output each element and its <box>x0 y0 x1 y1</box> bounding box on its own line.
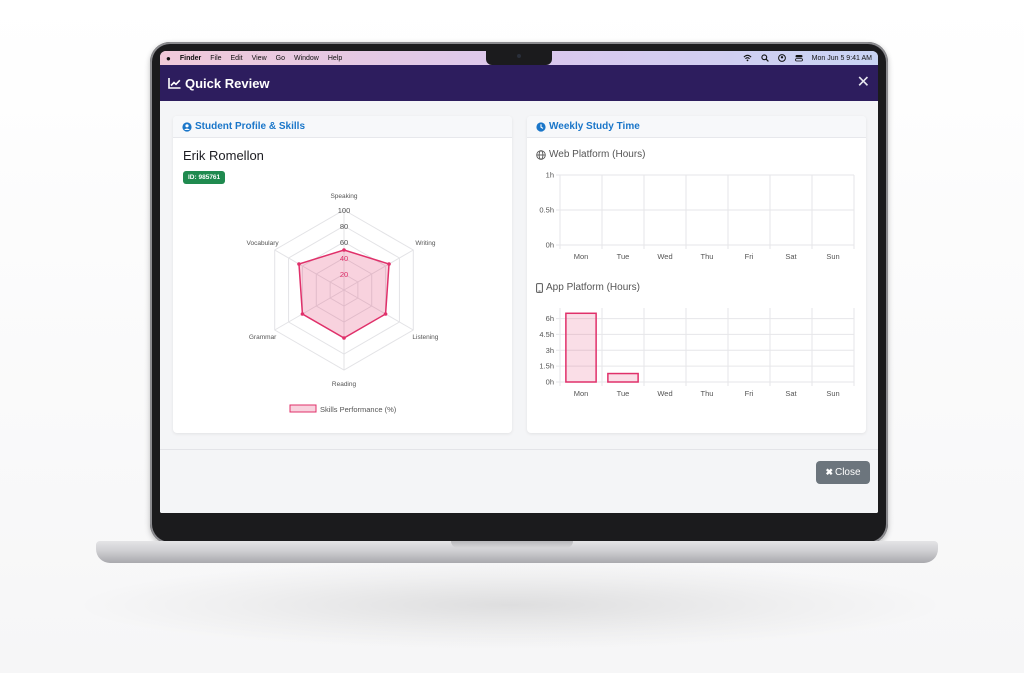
bar-x-tick-label: Wed <box>657 389 672 398</box>
bar-tue <box>607 372 639 383</box>
web-chart-title-text: Web Platform (Hours) <box>549 149 646 160</box>
app-chart-title-text: App Platform (Hours) <box>546 282 640 293</box>
app-platform-bar-chart: 0h 1.5h 3h 4.5h 6h Mon Tue Wed Thu Fri Sat Sun <box>539 308 855 398</box>
radar-point <box>387 262 391 266</box>
menu-item-edit[interactable]: Edit <box>231 55 243 62</box>
globe-icon <box>536 149 546 160</box>
bar-x-tick-label: Sat <box>785 389 797 398</box>
bar-y-tick-label: 4.5h <box>539 330 554 339</box>
web-chart-title: Web Platform (Hours) <box>536 149 646 160</box>
line-chart-icon <box>168 77 181 89</box>
bar-y-tick-label: 0h <box>546 241 554 250</box>
bar-x-tick-label: Sat <box>785 252 797 261</box>
modal-footer: ✖ Close <box>160 449 878 513</box>
close-button-icon: ✖ <box>825 467 833 477</box>
student-name: Erik Romellon <box>183 148 264 163</box>
apple-logo-icon[interactable]: ● <box>166 54 171 63</box>
radar-axis-label: Listening <box>412 334 438 341</box>
skills-radar-chart: 20 40 60 80 100 Speaking Writing Listening Readi… <box>247 193 439 414</box>
radar-point <box>383 312 388 316</box>
bar-y-tick-label: 3h <box>546 346 554 355</box>
bar-y-tick-label: 6h <box>546 314 554 323</box>
profile-card-title: Student Profile & Skills <box>195 121 306 132</box>
mobile-icon <box>536 282 543 293</box>
bar-x-tick-label: Sun <box>826 389 839 398</box>
modal-body: Student Profile & Skills Erik Romellon I… <box>160 101 878 451</box>
laptop-base-notch <box>451 541 573 548</box>
clock-icon <box>536 121 546 132</box>
radar-point <box>342 248 346 252</box>
bar-mon <box>565 312 597 383</box>
bar-x-tick-label: Thu <box>701 252 714 261</box>
bar-x-tick-label: Fri <box>745 389 754 398</box>
search-icon[interactable] <box>761 54 769 62</box>
bar-y-tick-label: 0.5h <box>539 206 554 215</box>
radar-axis-label: Writing <box>415 240 435 247</box>
radar-axis-label: Grammar <box>249 334 277 341</box>
radar-axis-label: Speaking <box>330 193 357 200</box>
app-chart-title: App Platform (Hours) <box>536 282 640 293</box>
radar-legend-swatch <box>289 404 317 413</box>
bar-x-tick-label: Mon <box>574 389 589 398</box>
radar-axis-label: Reading <box>332 381 357 388</box>
student-id-badge: ID: 985761 <box>183 171 226 184</box>
menu-app-name[interactable]: Finder <box>180 55 201 62</box>
floor-shadow <box>70 560 950 650</box>
user-icon[interactable] <box>777 54 786 62</box>
radar-tick-label: 100 <box>338 206 351 215</box>
menu-datetime: Mon Jun 5 9:41 AM <box>811 54 872 62</box>
bar-x-tick-label: Wed <box>657 252 672 261</box>
radar-tick-label: 40 <box>340 254 348 263</box>
radar-point <box>342 336 346 340</box>
control-center-icon[interactable] <box>794 54 803 62</box>
bar-x-tick-label: Tue <box>617 252 630 261</box>
radar-point <box>297 262 301 266</box>
radar-tick-label: 20 <box>340 270 348 279</box>
bar-x-tick-label: Sun <box>826 252 839 261</box>
profile-card-header: Student Profile & Skills <box>173 116 512 138</box>
profile-card: Student Profile & Skills Erik Romellon I… <box>173 116 512 433</box>
bar-x-tick-label: Fri <box>745 252 754 261</box>
bar-y-tick-label: 0h <box>546 378 554 387</box>
radar-axis-label: Vocabulary <box>247 240 280 247</box>
user-circle-icon <box>182 121 192 132</box>
study-card-header: Weekly Study Time <box>527 116 866 138</box>
radar-tick-label: 60 <box>340 238 348 247</box>
radar-tick-label: 80 <box>340 222 348 231</box>
wifi-icon[interactable] <box>743 54 752 62</box>
radar-series-area <box>298 249 390 339</box>
close-button[interactable]: ✖ Close <box>816 461 870 484</box>
menu-item-file[interactable]: File <box>210 55 221 62</box>
laptop-screen: ● Finder File Edit View Go Window Help M… <box>160 51 878 513</box>
modal-header: Quick Review ✕ <box>160 65 878 101</box>
bar-x-tick-label: Thu <box>701 389 714 398</box>
radar-legend-label: Skills Performance (%) <box>320 405 397 414</box>
bar-y-tick-label: 1h <box>546 171 554 180</box>
web-platform-bar-chart: 0h 0.5h 1h Mon Tue Wed Thu Fri Sat Sun <box>539 171 855 261</box>
menu-item-help[interactable]: Help <box>328 55 342 62</box>
bar-x-tick-label: Mon <box>574 252 589 261</box>
study-time-card: Weekly Study Time Web Platform (Hours) 0… <box>527 116 866 433</box>
close-icon[interactable]: ✕ <box>857 75 870 91</box>
menu-item-go[interactable]: Go <box>276 55 285 62</box>
bar-x-tick-label: Tue <box>617 389 630 398</box>
menu-item-window[interactable]: Window <box>294 55 319 62</box>
study-card-title: Weekly Study Time <box>549 121 640 132</box>
close-button-label: Close <box>834 467 861 478</box>
camera-icon <box>517 54 521 58</box>
bar-y-tick-label: 1.5h <box>539 362 554 371</box>
modal-title: Quick Review <box>185 75 270 91</box>
radar-point <box>300 312 305 316</box>
menu-item-view[interactable]: View <box>252 55 267 62</box>
